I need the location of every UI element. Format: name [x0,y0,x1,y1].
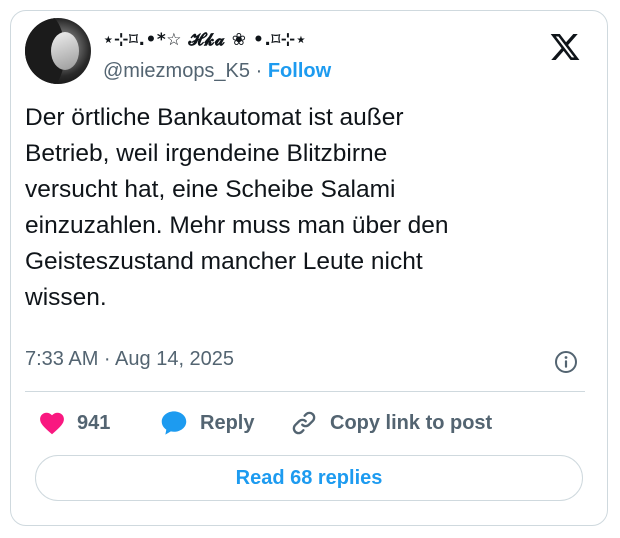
like-count: 941 [77,411,111,434]
follow-button[interactable]: Follow [268,60,331,82]
speech-bubble-icon [161,411,187,435]
reply-button[interactable]: Reply [160,408,254,438]
author-display-name[interactable]: ⋆⊹⌑.•*☆ 𝓗𝓴𝓪 ❀ •.⌑⊹⋆ [103,30,307,50]
copy-link-label: Copy link to post [330,411,493,434]
divider [25,391,585,392]
heart-icon [40,412,64,435]
link-icon [292,411,316,435]
author-handle-row: @miezmops_K5 · Follow [103,60,331,83]
copy-link-button[interactable]: Copy link to post [290,408,492,438]
tweet-timestamp[interactable]: 7:33 AM · Aug 14, 2025 [25,348,234,371]
author-handle[interactable]: @miezmops_K5 [103,60,250,82]
read-replies-button[interactable]: Read 68 replies [35,455,583,501]
tweet-text: Der örtliche Bankautomat ist außer Betri… [25,104,449,311]
x-logo-icon[interactable] [549,31,581,63]
avatar[interactable] [25,18,91,84]
read-replies-label: Read 68 replies [235,466,383,489]
info-icon[interactable] [554,350,578,374]
like-button[interactable]: 941 [39,408,110,438]
reply-label: Reply [200,411,255,434]
handle-separator: · [255,60,263,82]
